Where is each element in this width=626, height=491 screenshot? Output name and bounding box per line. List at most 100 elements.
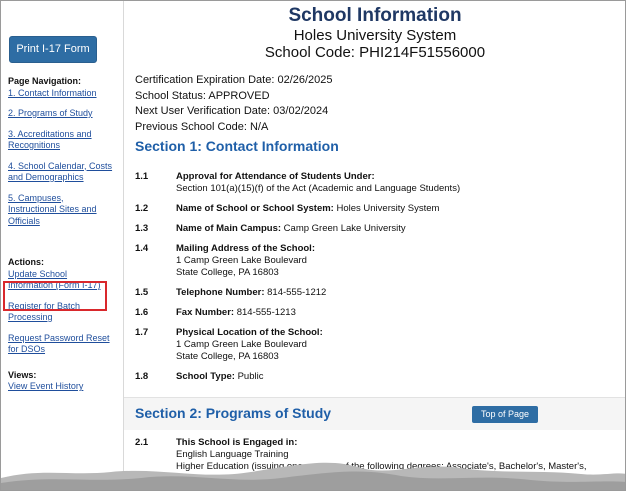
section-1-title: Section 1: Contact Information xyxy=(135,138,339,154)
top-of-page-button[interactable]: Top of Page xyxy=(472,406,538,423)
item-value: Public xyxy=(234,371,264,382)
info-item: 1.7 Physical Location of the School: 1 Cam… xyxy=(135,327,615,363)
school-status: School Status: APPROVED xyxy=(135,89,270,102)
item-value: Camp Green Lake University xyxy=(281,223,406,234)
section-2-title: Section 2: Programs of Study xyxy=(135,405,332,421)
action-link-line: Update School xyxy=(8,268,68,279)
item-label: Name of Main Campus: xyxy=(176,223,282,234)
sidebar: Page Navigation: 1. Contact Information 2… xyxy=(8,76,120,393)
item-body: Approval for Attendance of Students Unde… xyxy=(176,171,615,195)
item-label: Approval for Attendance of Students Unde… xyxy=(176,171,375,182)
nav-link-line: and Demographics xyxy=(8,172,84,182)
item-label: Name of School or School System: xyxy=(176,203,334,214)
highlight-box xyxy=(3,281,107,311)
item-heading-line: Name of School or School System: Holes U… xyxy=(176,203,615,215)
item-detail-line: Section 101(a)(15)(f) of the Act (Academ… xyxy=(176,183,461,194)
nav-link-line: 3. Accreditations and xyxy=(8,128,92,139)
previous-school-code: Previous School Code: N/A xyxy=(135,120,269,133)
view-link-line: View Event History xyxy=(8,381,84,391)
action-link-line: for DSOs xyxy=(8,344,46,354)
nav-link-line: Instructional Sites and xyxy=(8,204,97,214)
item-number: 1.1 xyxy=(135,171,149,182)
action-link-line: Processing xyxy=(8,312,53,322)
views-list: View Event History xyxy=(8,381,120,393)
view-link-1[interactable]: View Event History xyxy=(8,381,120,393)
item-detail-line: State College, PA 16803 xyxy=(176,351,279,362)
item-label: Physical Location of the School: xyxy=(176,327,323,338)
nav-link-4[interactable]: 4. School Calendar, Costs and Demographic… xyxy=(8,161,120,184)
nav-link-line: Recognitions xyxy=(8,140,61,150)
item-body: Name of School or School System: Holes U… xyxy=(176,203,615,215)
item-heading-line: Telephone Number: 814-555-1212 xyxy=(176,287,615,299)
item-body: Telephone Number: 814-555-1212 xyxy=(176,287,615,299)
info-item: 1.2 Name of School or School System: Hole… xyxy=(135,203,615,215)
item-detail-line: 1 Camp Green Lake Boulevard xyxy=(176,339,307,350)
item-detail-line: 1 Camp Green Lake Boulevard xyxy=(176,255,307,266)
item-heading-line: Fax Number: 814-555-1213 xyxy=(176,307,615,319)
nav-link-line: 1. Contact Information xyxy=(8,87,97,98)
info-item: 1.6 Fax Number: 814-555-1213 xyxy=(135,307,615,319)
nav-link-line: Officials xyxy=(8,215,40,226)
item-label: Fax Number: xyxy=(176,307,235,318)
info-item: 1.1 Approval for Attendance of Students U… xyxy=(135,171,615,195)
item-value: 814-555-1212 xyxy=(264,287,327,298)
item-heading-line: Mailing Address of the School: xyxy=(176,243,615,255)
item-label: School Type: xyxy=(176,371,235,382)
views-heading: Views: xyxy=(8,369,37,380)
action-link-3[interactable]: Request Password Reset for DSOs xyxy=(8,333,120,356)
item-heading-line: Name of Main Campus: Camp Green Lake Uni… xyxy=(176,223,615,235)
item-body: Name of Main Campus: Camp Green Lake Uni… xyxy=(176,223,615,235)
item-number: 1.8 xyxy=(135,371,149,382)
item-number: 1.4 xyxy=(135,243,149,254)
torn-edge xyxy=(1,462,625,490)
action-link-line: Request Password Reset xyxy=(8,332,110,343)
item-body: Mailing Address of the School: 1 Camp Gre… xyxy=(176,243,615,279)
page-header: School Information Holes University Syst… xyxy=(124,1,625,61)
item-body: Physical Location of the School: 1 Camp G… xyxy=(176,327,615,363)
nav-link-2[interactable]: 2. Programs of Study xyxy=(8,108,120,120)
item-number: 1.6 xyxy=(135,307,149,318)
item-value: 814-555-1213 xyxy=(234,307,296,318)
page-navigation-list: 1. Contact Information 2. Programs of Stu… xyxy=(8,88,120,228)
item-heading-line: Approval for Attendance of Students Unde… xyxy=(176,171,615,183)
item-heading-line: School Type: Public xyxy=(176,371,615,383)
info-item: 1.3 Name of Main Campus: Camp Green Lake … xyxy=(135,223,615,235)
print-i17-button[interactable]: Print I-17 Form xyxy=(9,36,97,63)
school-name: Holes University System xyxy=(293,27,457,44)
item-number: 1.7 xyxy=(135,327,149,338)
item-value: Holes University System xyxy=(333,203,440,214)
info-item: 1.4 Mailing Address of the School: 1 Camp … xyxy=(135,243,615,279)
page-title: School Information xyxy=(288,5,462,26)
nav-link-line: 5. Campuses, xyxy=(8,192,64,203)
section-1-items: 1.1 Approval for Attendance of Students U… xyxy=(135,171,615,383)
item-label: Mailing Address of the School: xyxy=(176,243,315,254)
item-number: 1.2 xyxy=(135,203,149,214)
item-body: School Type: Public xyxy=(176,371,615,383)
info-item: 1.5 Telephone Number: 814-555-1212 xyxy=(135,287,615,299)
actions-heading: Actions: xyxy=(8,257,44,267)
item-detail-line: State College, PA 16803 xyxy=(176,267,279,278)
nav-link-1[interactable]: 1. Contact Information xyxy=(8,88,120,100)
page-navigation-heading: Page Navigation: xyxy=(8,76,82,86)
school-status-info: Certification Expiration Date: 02/26/202… xyxy=(135,73,333,135)
page-frame: School Information Holes University Syst… xyxy=(0,0,626,491)
item-label: This School is Engaged in: xyxy=(176,437,298,448)
nav-link-line: 2. Programs of Study xyxy=(8,108,93,118)
item-heading-line: This School is Engaged in: xyxy=(176,437,615,449)
item-label: Telephone Number: xyxy=(176,287,265,298)
item-body: Fax Number: 814-555-1213 xyxy=(176,307,615,319)
certification-expiration: Certification Expiration Date: 02/26/202… xyxy=(135,74,333,86)
next-verification-date: Next User Verification Date: 03/02/2024 xyxy=(135,105,329,117)
item-heading-line: Physical Location of the School: xyxy=(176,327,615,339)
item-number: 1.3 xyxy=(135,223,149,234)
school-code: School Code: PHI214F51556000 xyxy=(264,44,486,61)
nav-link-5[interactable]: 5. Campuses, Instructional Sites and Offic… xyxy=(8,193,120,228)
nav-link-3[interactable]: 3. Accreditations and Recognitions xyxy=(8,129,120,152)
info-item: 1.8 School Type: Public xyxy=(135,371,615,383)
item-number: 1.5 xyxy=(135,287,149,298)
